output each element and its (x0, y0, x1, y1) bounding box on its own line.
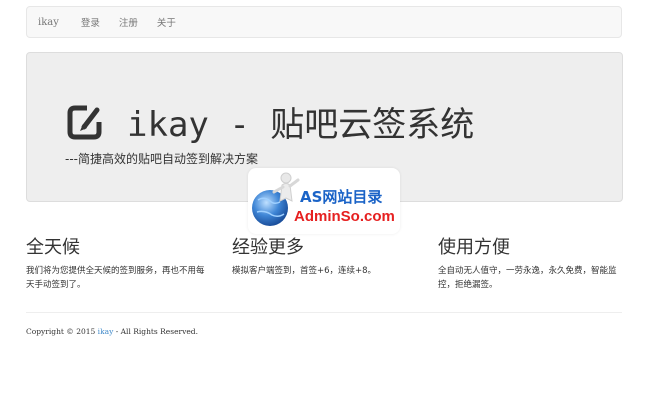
feature-all-day: 全天候 我们将为您提供全天候的签到服务，再也不用每天手动签到了。 (26, 236, 211, 292)
footer-divider (26, 312, 622, 313)
nav-item-about[interactable]: 关于 (157, 15, 176, 29)
hero-title: ikay - 贴吧云签系统 (127, 105, 475, 145)
feature-more-exp: 经验更多 模拟客户端签到，首签+6，连续+8。 (232, 236, 417, 278)
navbar: ikay 登录 注册 关于 (26, 6, 622, 38)
feature-title: 全天候 (26, 237, 80, 258)
nav-item-login[interactable]: 登录 (81, 15, 100, 29)
feature-desc: 我们将为您提供全天候的签到服务，再也不用每天手动签到了。 (26, 266, 205, 290)
hero-title-row: ikay - 贴吧云签系统 (65, 97, 474, 146)
hero-subtitle: ---简捷高效的贴吧自动签到解决方案 (65, 152, 258, 166)
footer: Copyright © 2015 ikay - All Rights Reser… (26, 327, 198, 336)
feature-desc: 模拟客户端签到，首签+6，连续+8。 (232, 266, 377, 276)
watermark-text-top: AS网站目录 (300, 188, 383, 206)
nav-item-register[interactable]: 注册 (119, 15, 138, 29)
feature-desc: 全自动无人值守，一劳永逸，永久免费，智能监控，拒绝漏签。 (438, 266, 617, 290)
feature-title: 使用方便 (438, 237, 510, 258)
footer-prefix: Copyright © 2015 (26, 327, 98, 336)
adminso-watermark: AS网站目录 AdminSo.com (248, 168, 400, 234)
footer-link[interactable]: ikay (98, 327, 114, 336)
watermark-text-bottom: AdminSo.com (294, 208, 395, 225)
edit-square-icon (67, 105, 102, 139)
page: ikay 登录 注册 关于 ikay - 贴吧云签系统 ---简捷高效的贴吧自动… (0, 0, 650, 402)
feature-easy-use: 使用方便 全自动无人值守，一劳永逸，永久免费，智能监控，拒绝漏签。 (438, 236, 623, 292)
navbar-brand[interactable]: ikay (38, 17, 59, 28)
feature-title: 经验更多 (232, 237, 304, 258)
footer-suffix: - All Rights Reserved. (113, 327, 198, 336)
